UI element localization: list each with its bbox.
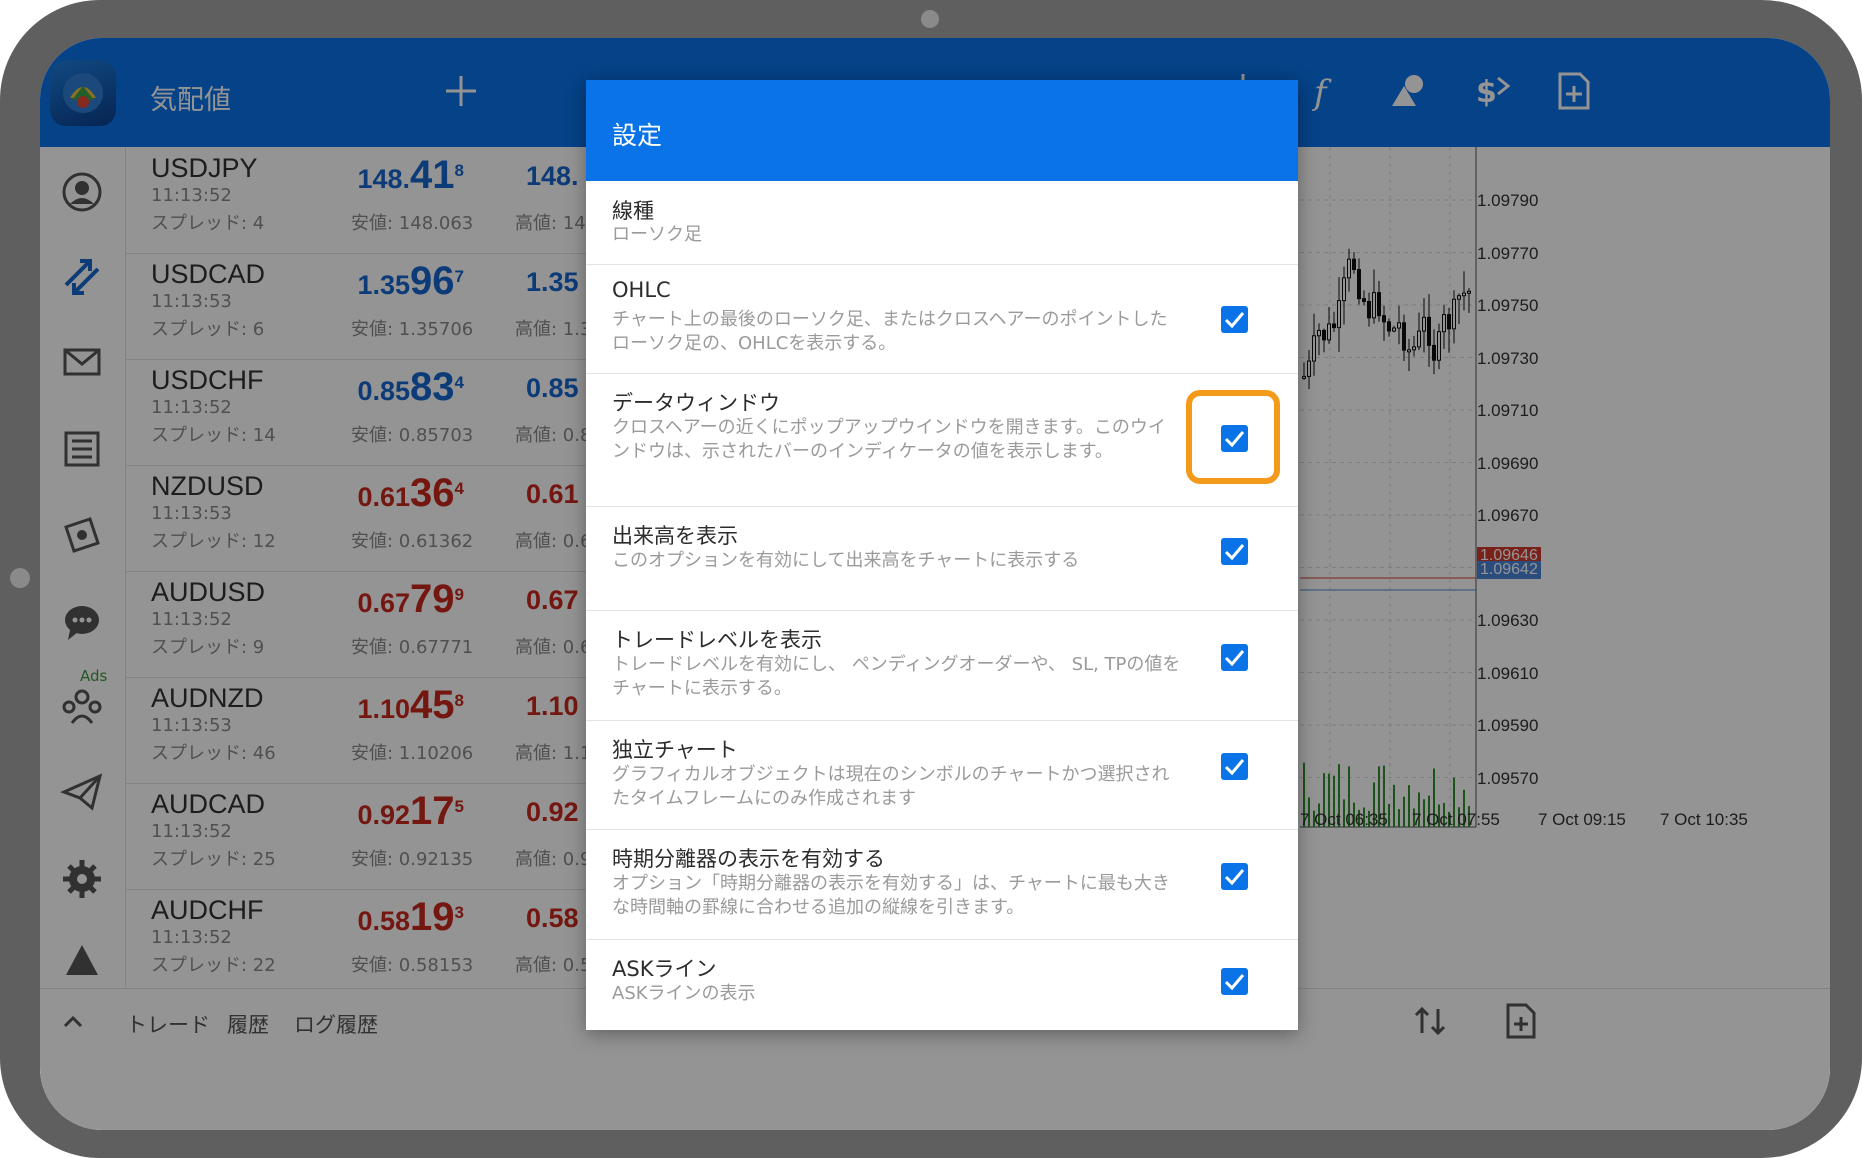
option-title: 独立チャート: [612, 738, 738, 762]
option-title: トレードレベルを表示: [612, 628, 822, 652]
option-desc: クロスヘアーの近くにポップアップウインドウを開きます。このウインドウは、示された…: [612, 417, 1166, 462]
option-trade-levels[interactable]: トレードレベルを表示 トレードレベルを有効にし、 ペンディングオーダーや、 SL…: [586, 610, 1298, 721]
option-title: 線種: [612, 199, 654, 223]
option-desc: チャート上の最後のローソク足、またはクロスヘアーのポイントしたローソク足の、OH…: [612, 309, 1168, 354]
side-button: [10, 568, 30, 588]
option-title: ASKライン: [612, 957, 717, 981]
option-desc: グラフィカルオブジェクトは現在のシンボルのチャートかつ選択されたタイムフレームに…: [612, 764, 1170, 809]
independent-chart-checkbox[interactable]: [1221, 753, 1248, 780]
highlight-box: [1186, 390, 1280, 484]
camera-dot: [921, 10, 939, 28]
trade-levels-checkbox[interactable]: [1221, 644, 1248, 671]
option-title: データウィンドウ: [612, 391, 780, 415]
option-ohlc[interactable]: OHLC チャート上の最後のローソク足、またはクロスヘアーのポイントしたローソク…: [586, 264, 1298, 374]
dialog-title: 設定: [612, 121, 663, 150]
settings-dialog: 設定 線種 ローソク足 OHLC チャート上の最後のローソク足、またはクロスヘア…: [586, 80, 1298, 1030]
option-desc: このオプションを有効にして出来高をチャートに表示する: [612, 550, 1080, 571]
volume-checkbox[interactable]: [1221, 538, 1248, 565]
option-volume[interactable]: 出来高を表示 このオプションを有効にして出来高をチャートに表示する: [586, 506, 1298, 611]
option-title: 時期分離器の表示を有効する: [612, 847, 885, 871]
option-desc: トレードレベルを有効にし、 ペンディングオーダーや、 SL, TPの値をチャート…: [612, 654, 1181, 699]
option-period-separators[interactable]: 時期分離器の表示を有効する オプション「時期分離器の表示を有効する」は、チャート…: [586, 829, 1298, 940]
option-title: 出来高を表示: [612, 524, 738, 548]
option-desc: ASKラインの表示: [612, 983, 756, 1004]
ohlc-checkbox[interactable]: [1221, 306, 1248, 333]
period-separators-checkbox[interactable]: [1221, 863, 1248, 890]
option-ask-line[interactable]: ASKライン ASKラインの表示: [586, 939, 1298, 1030]
option-title: OHLC: [612, 278, 671, 302]
option-desc: ローソク足: [612, 224, 702, 245]
ask-line-checkbox[interactable]: [1221, 968, 1248, 995]
option-desc: オプション「時期分離器の表示を有効する」は、チャートに最も大きな時間軸の罫線に合…: [612, 873, 1170, 918]
option-independent-chart[interactable]: 独立チャート グラフィカルオブジェクトは現在のシンボルのチャートかつ選択されたタ…: [586, 720, 1298, 830]
dialog-header: 設定: [586, 80, 1298, 181]
option-line-type[interactable]: 線種 ローソク足: [586, 181, 1298, 265]
